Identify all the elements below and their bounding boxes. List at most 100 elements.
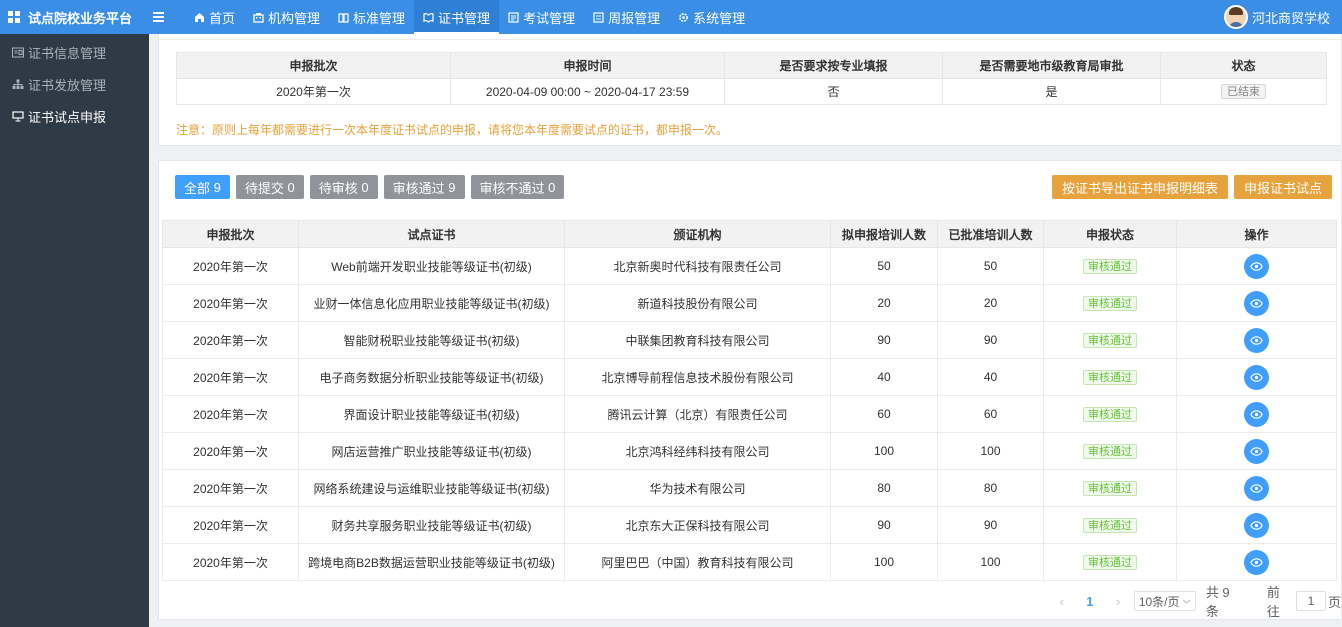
column-header: 申报批次 [176, 52, 451, 79]
view-button[interactable] [1244, 475, 1269, 501]
view-button[interactable] [1244, 401, 1269, 427]
sidebar-item-cert-info[interactable]: 证书信息管理 [0, 36, 149, 68]
status-cell: 审核通过 [1043, 247, 1177, 285]
menu-toggle-icon[interactable] [153, 0, 173, 34]
status-badge: 审核通过 [1083, 443, 1137, 459]
issuer-cell: 中联集团教育科技有限公司 [564, 321, 831, 359]
status-cell: 审核通过 [1043, 358, 1177, 396]
nav-label: 首页 [209, 10, 236, 26]
status-badge: 审核通过 [1083, 517, 1137, 533]
certificate-cell: 网店运营推广职业技能等级证书(初级) [298, 432, 565, 470]
export-detail-button[interactable]: 按证书导出证书申报明细表 [1051, 175, 1228, 199]
eye-icon [1250, 446, 1263, 456]
nav-item-weekly-report[interactable]: 周报管理 [584, 0, 669, 34]
certificate-cell: 业财一体信息化应用职业技能等级证书(初级) [298, 284, 565, 322]
filter-all-button[interactable]: 全部 9 [175, 175, 230, 199]
planned-count-cell: 80 [830, 469, 938, 507]
nav-item-exam[interactable]: 考试管理 [499, 0, 584, 34]
batch-cell: 2020年第一次 [162, 432, 299, 470]
eye-icon [1250, 520, 1263, 530]
book-icon [338, 12, 349, 23]
user-menu[interactable]: 河北商贸学校 [1214, 0, 1342, 34]
status-cell: 审核通过 [1043, 321, 1177, 359]
batch-cell: 2020年第一次 [162, 321, 299, 359]
status-badge: 审核通过 [1083, 369, 1137, 385]
applications-panel: 全部 9 待提交 0 待审核 0 审核通过 9 审核不通过 0 按证书导出证书申… [158, 160, 1342, 620]
batch-cell: 2020年第一次 [162, 506, 299, 544]
page-size-select[interactable]: 10条/页 [1133, 591, 1196, 611]
certificate-cell: 智能财税职业技能等级证书(初级) [298, 321, 565, 359]
planned-count-cell: 50 [830, 247, 938, 285]
nav-label: 证书管理 [438, 10, 491, 26]
table-row: 2020年第一次 界面设计职业技能等级证书(初级) 腾讯云计算（北京）有限责任公司 6… [162, 395, 1337, 433]
table-row: 2020年第一次 电子商务数据分析职业技能等级证书(初级) 北京博导前程信息技术股份… [162, 358, 1337, 396]
nav-item-system[interactable]: 系统管理 [669, 0, 754, 34]
filter-pending-submit-button[interactable]: 待提交 0 [235, 175, 304, 199]
page-number-current[interactable]: 1 [1079, 594, 1100, 609]
view-button[interactable] [1244, 549, 1269, 575]
next-page-button[interactable]: › [1109, 594, 1128, 609]
sidebar-item-label: 证书信息管理 [28, 45, 107, 61]
apps-grid-icon [8, 11, 20, 23]
approved-count-cell: 60 [937, 395, 1044, 433]
view-button[interactable] [1244, 438, 1269, 464]
planned-count-cell: 90 [830, 506, 938, 544]
filter-approved-button[interactable]: 审核通过 9 [383, 175, 465, 199]
column-header: 状态 [1160, 52, 1327, 79]
planned-count-cell: 40 [830, 358, 938, 396]
table-row: 2020年第一次 网店运营推广职业技能等级证书(初级) 北京鸿科经纬科技有限公司 10… [162, 432, 1337, 470]
batch-cell: 2020年第一次 [162, 358, 299, 396]
nav-item-standard[interactable]: 标准管理 [329, 0, 414, 34]
column-header: 申报状态 [1043, 220, 1177, 248]
certificate-cell: Web前端开发职业技能等级证书(初级) [298, 247, 565, 285]
view-button[interactable] [1244, 327, 1269, 353]
nav-item-certificate[interactable]: 证书管理 [414, 0, 500, 34]
action-cell [1176, 247, 1337, 285]
panel-top-strip [159, 34, 1341, 40]
report-icon [593, 11, 604, 23]
sidebar-item-cert-apply[interactable]: 证书试点申报 [0, 100, 149, 132]
status-badge: 审核通过 [1083, 332, 1137, 348]
issuer-cell: 北京东大正保科技有限公司 [564, 506, 831, 544]
column-header: 试点证书 [298, 220, 565, 248]
eye-icon [1250, 335, 1263, 345]
pagination: ‹ 1 › 10条/页 共 9 条 前往 页 [1052, 585, 1341, 619]
exam-icon [508, 11, 519, 23]
nav-item-org[interactable]: 机构管理 [244, 0, 329, 34]
goto-page-input[interactable] [1295, 591, 1326, 611]
filter-rejected-button[interactable]: 审核不通过 0 [470, 175, 565, 199]
planned-count-cell: 60 [830, 395, 938, 433]
planned-count-cell: 20 [830, 284, 938, 322]
view-button[interactable] [1244, 290, 1269, 316]
table-row: 2020年第一次 跨境电商B2B数据运营职业技能等级证书(初级) 阿里巴巴（中国）教… [162, 543, 1337, 581]
nav-item-home[interactable]: 首页 [185, 0, 244, 34]
sidebar-item-cert-issue[interactable]: 证书发放管理 [0, 68, 149, 100]
action-cell [1176, 543, 1337, 581]
filter-pending-review-button[interactable]: 待审核 0 [309, 175, 378, 199]
status-cell: 审核通过 [1043, 395, 1177, 433]
main-nav: 首页 机构管理 标准管理 证书管理 考试管理 周报管理 系统管理 [185, 0, 754, 34]
presentation-icon [12, 110, 24, 122]
prev-page-button[interactable]: ‹ [1052, 594, 1071, 609]
avatar [1224, 5, 1248, 29]
apply-pilot-button[interactable]: 申报证书试点 [1233, 175, 1332, 199]
approved-count-cell: 100 [937, 432, 1044, 470]
batch-cell: 2020年第一次 [162, 247, 299, 285]
goto-suffix: 页 [1327, 594, 1341, 610]
view-button[interactable] [1244, 364, 1269, 390]
view-button[interactable] [1244, 253, 1269, 279]
planned-count-cell: 100 [830, 432, 938, 470]
goto-label: 前往 [1266, 585, 1280, 619]
column-header: 颁证机构 [564, 220, 831, 248]
issuer-cell: 腾讯云计算（北京）有限责任公司 [564, 395, 831, 433]
status-cell: 审核通过 [1043, 432, 1177, 470]
status-badge: 审核通过 [1083, 258, 1137, 274]
status-badge: 审核通过 [1083, 480, 1137, 496]
time-cell: 2020-04-09 00:00 ~ 2020-04-17 23:59 [450, 78, 725, 105]
action-cell [1176, 506, 1337, 544]
nav-label: 系统管理 [693, 10, 746, 26]
app-brand[interactable]: 试点院校业务平台 [0, 0, 149, 34]
sidebar-item-label: 证书发放管理 [28, 77, 107, 93]
approved-count-cell: 90 [937, 321, 1044, 359]
view-button[interactable] [1244, 512, 1269, 538]
